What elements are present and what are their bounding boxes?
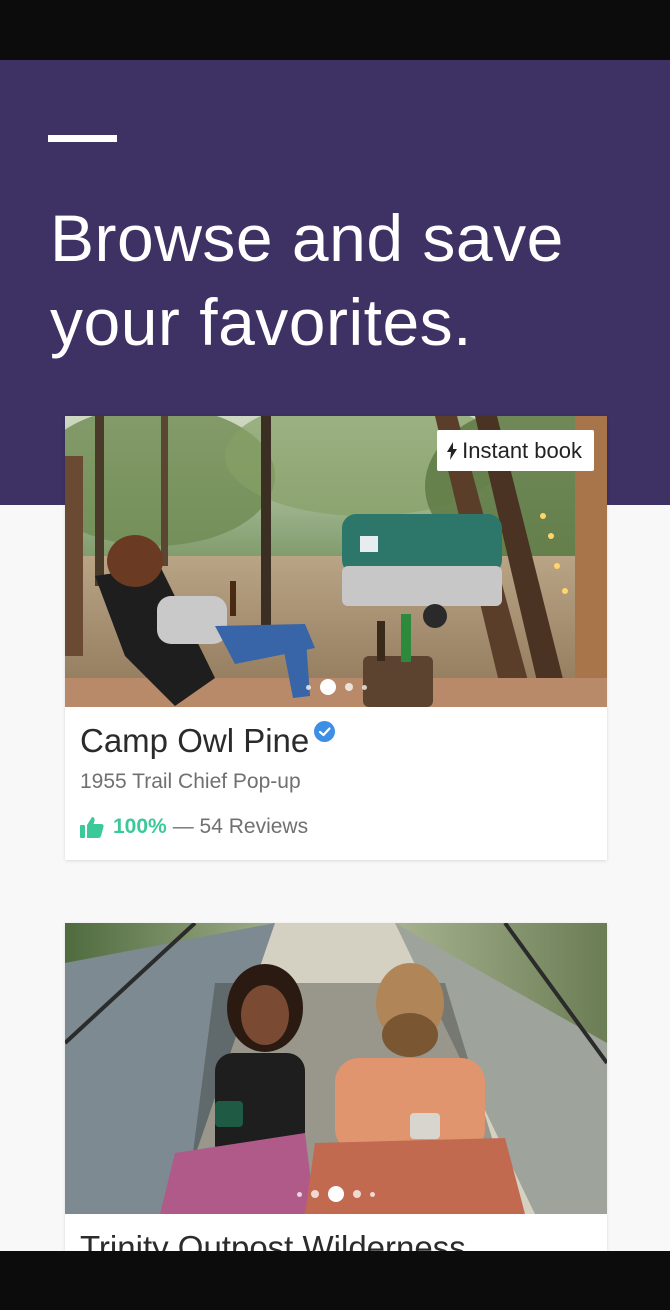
carousel-dot [305,684,311,690]
listing-photo-carousel[interactable] [65,923,607,1214]
system-nav-bar [0,1251,670,1310]
rating-row: 100% — 54 Reviews [80,815,592,839]
carousel-dot [297,1191,302,1197]
carousel-dot-active [328,1186,344,1202]
listing-name[interactable]: Trinity Outpost Wilderness [80,1228,466,1251]
carousel-indicator [65,1186,607,1202]
listing-card[interactable]: Instant book Camp Owl Pine 1955 Trail Ch… [65,416,607,860]
carousel-dot-active [319,679,336,695]
carousel-dot [311,1190,319,1198]
hero-title: Browse and save your favorites. [50,201,564,359]
app-screen: Browse and save your favorites. Instant … [0,60,670,1251]
instant-book-label: Instant book [462,437,582,463]
carousel-dot [361,684,367,690]
hero-accent-dash [48,135,117,142]
listing-name[interactable]: Camp Owl Pine [80,721,309,761]
carousel-dot [344,683,353,691]
status-bar [0,0,670,60]
rating-percent: 100% [113,815,167,838]
carousel-indicator [65,679,607,695]
listing-photo-carousel[interactable]: Instant book [65,416,607,707]
verified-check-icon [314,721,336,742]
instant-book-badge: Instant book [437,430,594,471]
bolt-icon [447,441,458,460]
listing-subtitle: 1955 Trail Chief Pop-up [80,770,301,793]
thumbs-up-icon [80,817,104,838]
reviews-count: — 54 Reviews [172,815,309,838]
carousel-dot [370,1191,375,1197]
couple-in-tent-photo [65,923,607,1214]
carousel-dot [353,1190,361,1198]
listing-card[interactable]: Trinity Outpost Wilderness [65,923,607,1251]
